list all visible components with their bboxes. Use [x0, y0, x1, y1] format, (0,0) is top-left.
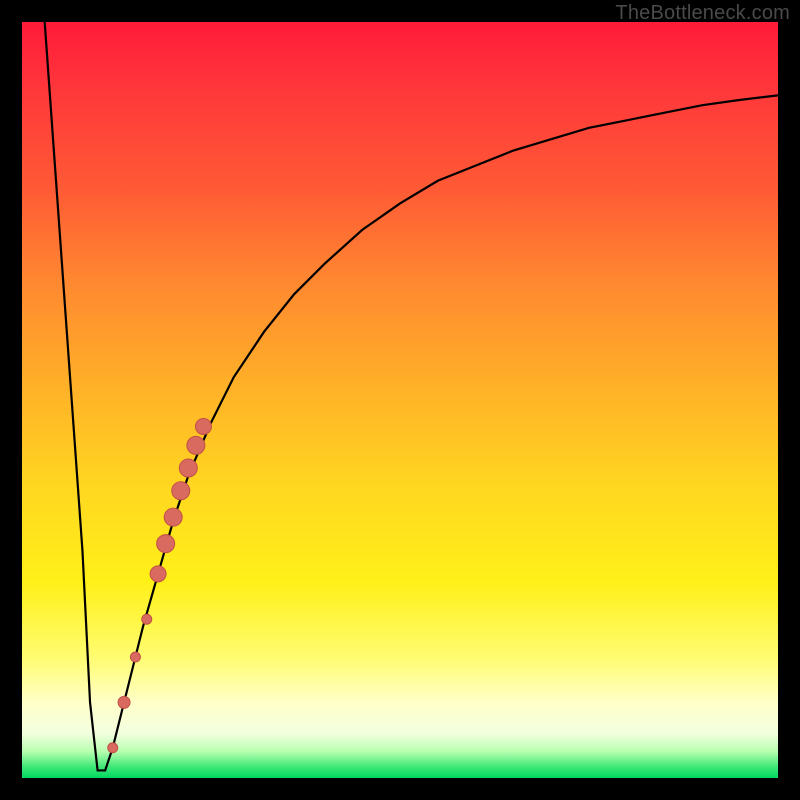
- marker-dot: [150, 566, 166, 582]
- marker-dot: [142, 614, 152, 624]
- marker-dot: [118, 696, 130, 708]
- marker-dot: [130, 652, 140, 662]
- watermark-text: TheBottleneck.com: [615, 2, 790, 25]
- marker-group: [108, 418, 212, 752]
- plot-area: [22, 22, 778, 778]
- marker-dot: [187, 436, 205, 454]
- marker-dot: [108, 743, 118, 753]
- marker-dot: [172, 482, 190, 500]
- marker-dot: [164, 508, 182, 526]
- marker-dot: [157, 535, 175, 553]
- marker-dot: [179, 459, 197, 477]
- bottleneck-curve: [45, 22, 778, 770]
- chart-svg: [22, 22, 778, 778]
- chart-stage: TheBottleneck.com: [0, 0, 800, 800]
- marker-dot: [195, 418, 211, 434]
